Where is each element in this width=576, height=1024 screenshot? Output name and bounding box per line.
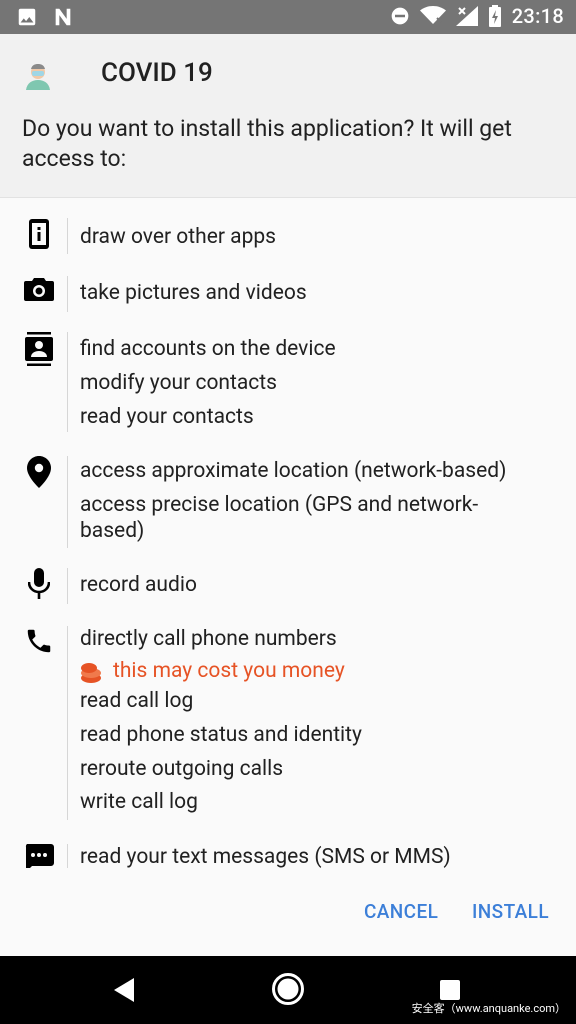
battery-charging-icon [488, 5, 501, 27]
cost-warning-text: this may cost you money [113, 659, 345, 683]
permission-item: reroute outgoing calls [80, 757, 284, 781]
image-icon [18, 8, 36, 26]
overlay-icon [24, 218, 54, 250]
permission-item: access precise location (GPS and network… [80, 493, 479, 543]
divider [67, 456, 68, 548]
divider [67, 568, 68, 604]
divider [67, 626, 68, 820]
recent-apps-icon[interactable] [440, 980, 460, 1000]
permission-item: read call log [80, 689, 194, 713]
permission-list[interactable]: draw over other apps take pictures and v… [0, 198, 576, 868]
permission-item: access approximate location (network-bas… [80, 459, 507, 483]
divider [67, 844, 68, 868]
sms-icon [24, 844, 54, 868]
divider [67, 332, 68, 432]
camera-icon [24, 276, 54, 308]
app-icon [26, 64, 50, 90]
navigation-bar: 安全客（www.anquanke.com） [0, 956, 576, 1024]
status-time: 23:18 [511, 4, 564, 28]
permission-item: read your contacts [80, 405, 254, 429]
status-bar: 23:18 [0, 0, 576, 34]
back-icon[interactable] [114, 978, 136, 1002]
permission-item: read your text messages (SMS or MMS) [80, 845, 451, 868]
n-notification-icon [55, 8, 71, 26]
permission-item: read phone status and identity [80, 723, 362, 747]
microphone-icon [24, 568, 54, 600]
cost-warning: this may cost you money [80, 658, 550, 684]
app-title: COVID 19 [101, 58, 213, 88]
location-icon [24, 456, 54, 488]
permission-item: draw over other apps [80, 225, 277, 249]
permission-item: record audio [80, 573, 197, 597]
signal-icon [455, 6, 478, 26]
install-prompt: Do you want to install this application?… [22, 115, 512, 172]
divider [67, 276, 68, 312]
install-dialog-header: COVID 19 Do you want to install this app… [0, 34, 576, 198]
do-not-disturb-icon [391, 7, 409, 25]
install-button[interactable]: INSTALL [472, 900, 549, 923]
home-icon[interactable] [271, 972, 305, 1006]
cancel-button[interactable]: CANCEL [364, 900, 438, 923]
watermark: 安全客（www.anquanke.com） [411, 1002, 566, 1015]
divider [67, 218, 68, 254]
permission-item: take pictures and videos [80, 281, 307, 305]
permission-item: directly call phone numbers [80, 627, 337, 651]
wifi-icon [419, 6, 446, 24]
contacts-icon [24, 332, 54, 366]
permission-item: find accounts on the device [80, 337, 336, 361]
permission-item: write call log [80, 790, 198, 814]
phone-icon [24, 626, 54, 658]
permission-item: modify your contacts [80, 371, 278, 395]
coins-icon [81, 663, 101, 683]
